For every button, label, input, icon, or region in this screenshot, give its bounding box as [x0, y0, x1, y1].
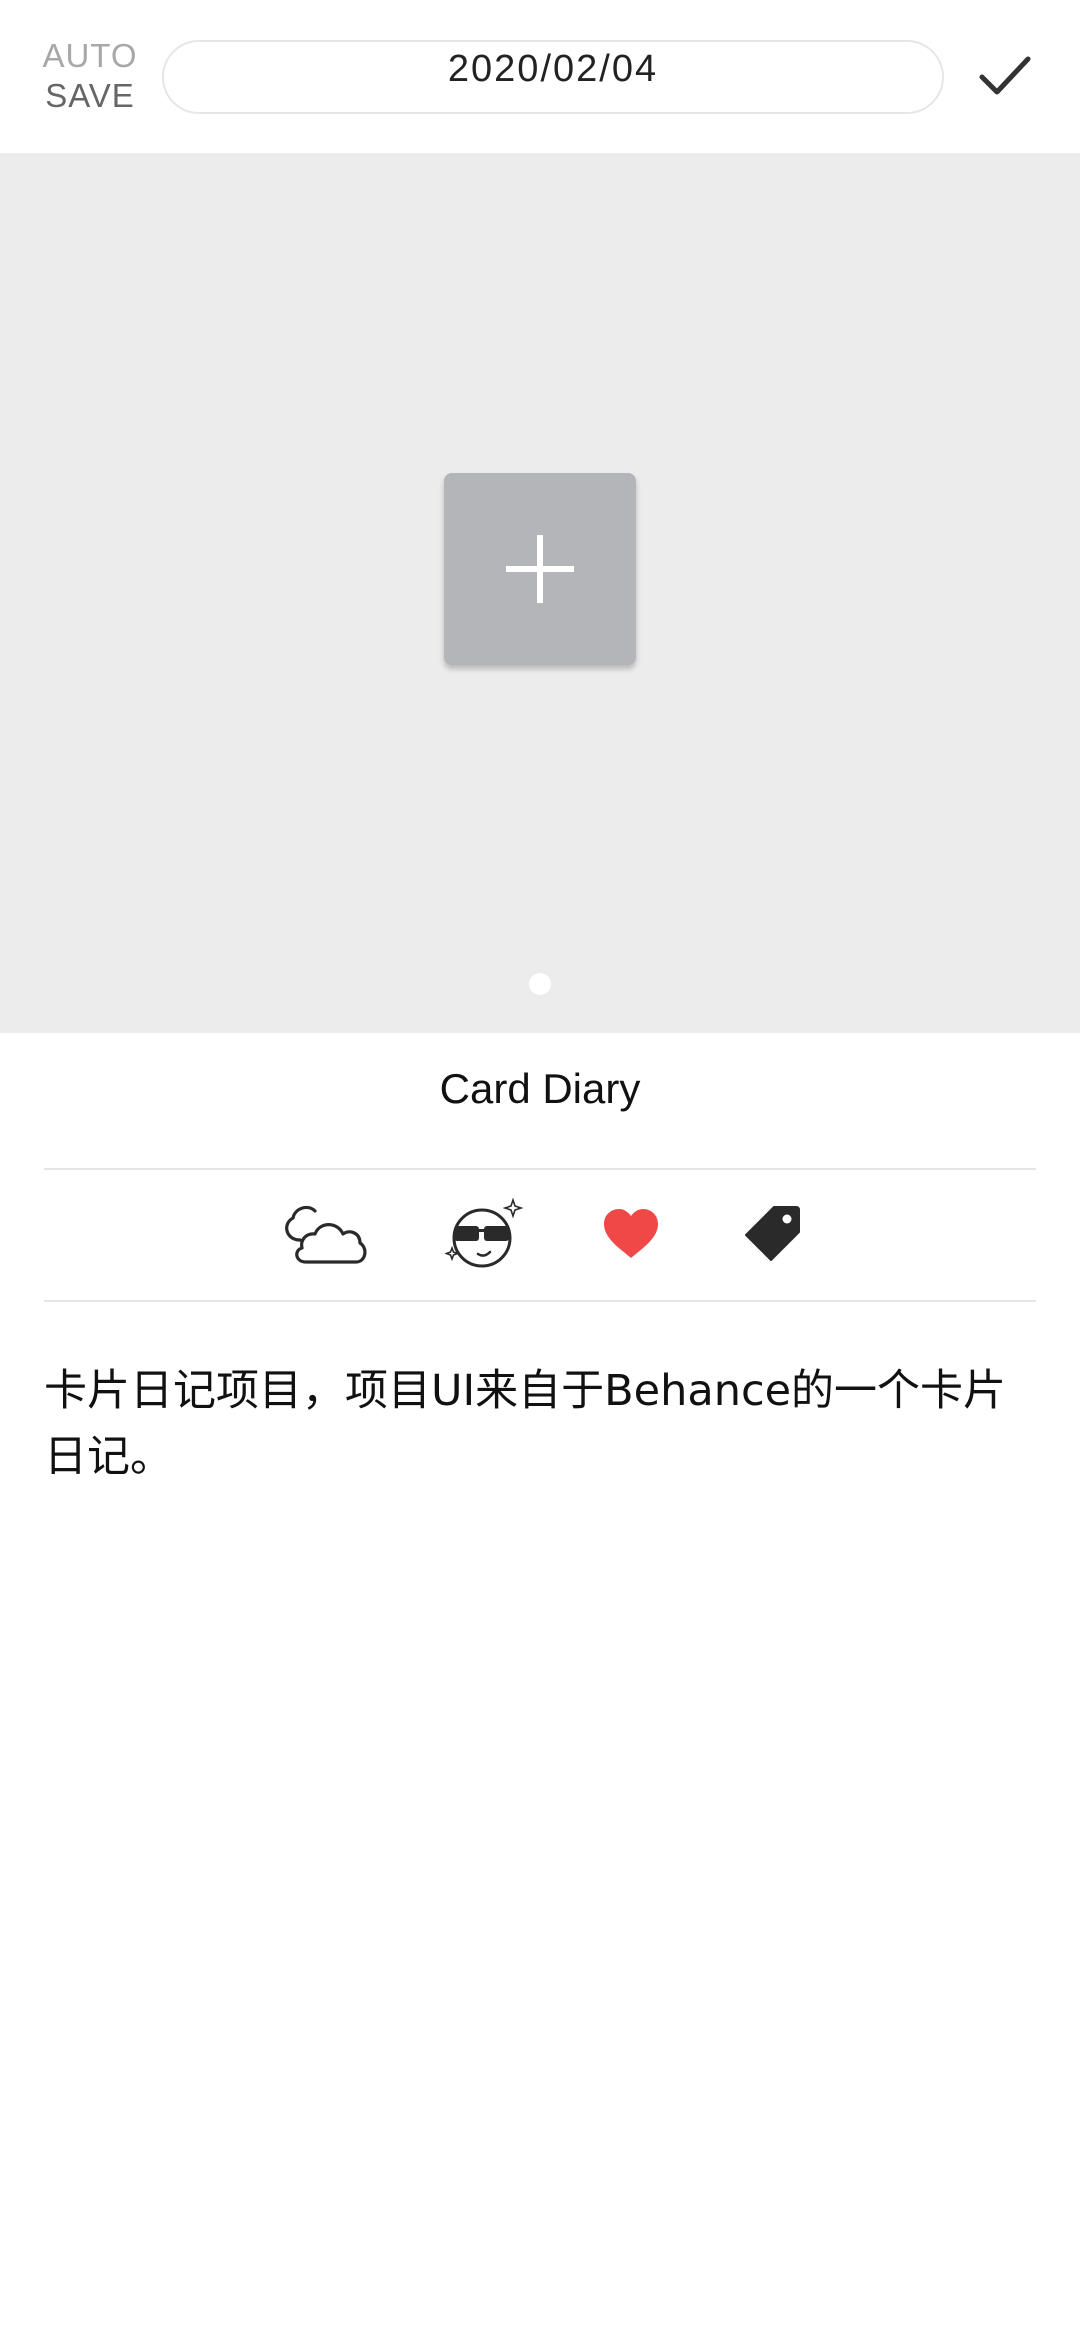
confirm-button[interactable] — [970, 40, 1040, 110]
weather-button[interactable] — [276, 1198, 368, 1270]
autosave-label-bottom: SAVE — [45, 77, 135, 114]
heart-icon — [604, 1209, 658, 1258]
divider — [44, 1300, 1036, 1302]
date-selector[interactable]: 2020/02/04 — [162, 40, 944, 114]
divider — [44, 1168, 1036, 1170]
top-bar: AUTO SAVE 2020/02/04 — [0, 0, 1080, 153]
autosave-label-top: AUTO — [42, 37, 138, 74]
check-icon — [979, 56, 1031, 95]
cool-face-icon — [444, 1197, 524, 1268]
tag-icon — [745, 1206, 800, 1261]
favorite-button[interactable] — [602, 1208, 660, 1260]
plus-icon — [506, 535, 574, 603]
add-image-button[interactable] — [444, 473, 636, 665]
image-carousel[interactable] — [0, 153, 1080, 1033]
date-text: 2020/02/04 — [447, 48, 659, 90]
diary-content[interactable]: 卡片日记项目，项目UI来自于Behance的一个卡片日记。 — [44, 1358, 1024, 1490]
card-title[interactable]: Card Diary — [0, 1065, 1080, 1113]
mood-button[interactable] — [444, 1197, 526, 1270]
page-indicator-dot — [529, 973, 551, 995]
autosave-indicator: AUTO SAVE — [40, 36, 140, 116]
cloud-icon — [285, 1205, 367, 1264]
tag-button[interactable] — [744, 1204, 802, 1262]
